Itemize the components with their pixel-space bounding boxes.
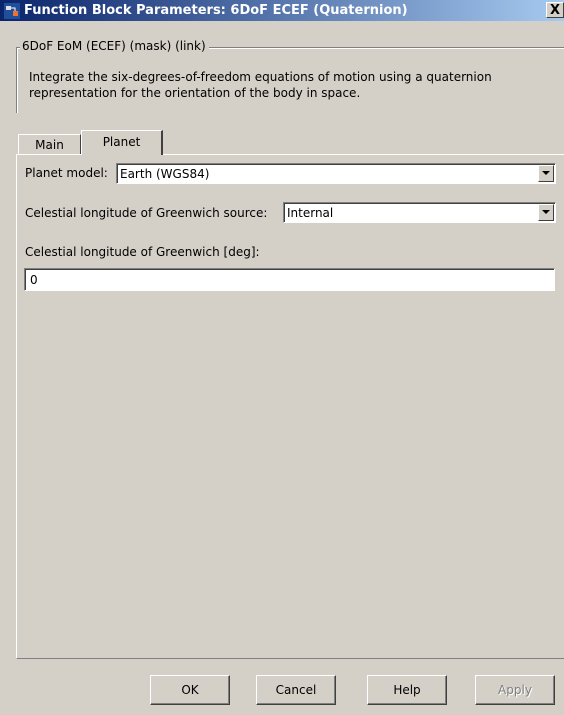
celestial-source-select[interactable]: Internal xyxy=(283,202,556,223)
mask-group-label: 6DoF EoM (ECEF) (mask) (link) xyxy=(20,39,209,53)
chevron-down-icon[interactable] xyxy=(538,204,554,221)
tab-panel-join xyxy=(82,154,161,156)
celestial-source-value: Internal xyxy=(287,206,334,220)
planet-model-value: Earth (WGS84) xyxy=(120,167,210,181)
cancel-button[interactable]: Cancel xyxy=(256,675,336,705)
tab-panel-planet xyxy=(16,154,564,659)
planet-model-select[interactable]: Earth (WGS84) xyxy=(116,163,556,184)
chevron-down-icon[interactable] xyxy=(538,165,554,182)
celestial-longitude-label: Celestial longitude of Greenwich [deg]: xyxy=(25,245,260,259)
apply-button[interactable]: Apply xyxy=(475,675,555,705)
celestial-longitude-input[interactable]: 0 xyxy=(24,268,555,291)
dialog-window: Function Block Parameters: 6DoF ECEF (Qu… xyxy=(0,0,564,715)
simulink-block-icon xyxy=(4,2,20,19)
window-title: Function Block Parameters: 6DoF ECEF (Qu… xyxy=(24,3,408,18)
mask-description: Integrate the six-degrees-of-freedom equ… xyxy=(29,70,492,100)
ok-button[interactable]: OK xyxy=(150,675,230,705)
celestial-source-label: Celestial longitude of Greenwich source: xyxy=(25,206,268,220)
close-button[interactable]: X xyxy=(546,2,564,18)
help-button[interactable]: Help xyxy=(367,675,447,705)
planet-model-label: Planet model: xyxy=(25,166,108,180)
title-bar[interactable]: Function Block Parameters: 6DoF ECEF (Qu… xyxy=(0,0,564,21)
tab-main[interactable]: Main xyxy=(18,134,81,155)
tab-planet[interactable]: Planet xyxy=(81,130,163,155)
